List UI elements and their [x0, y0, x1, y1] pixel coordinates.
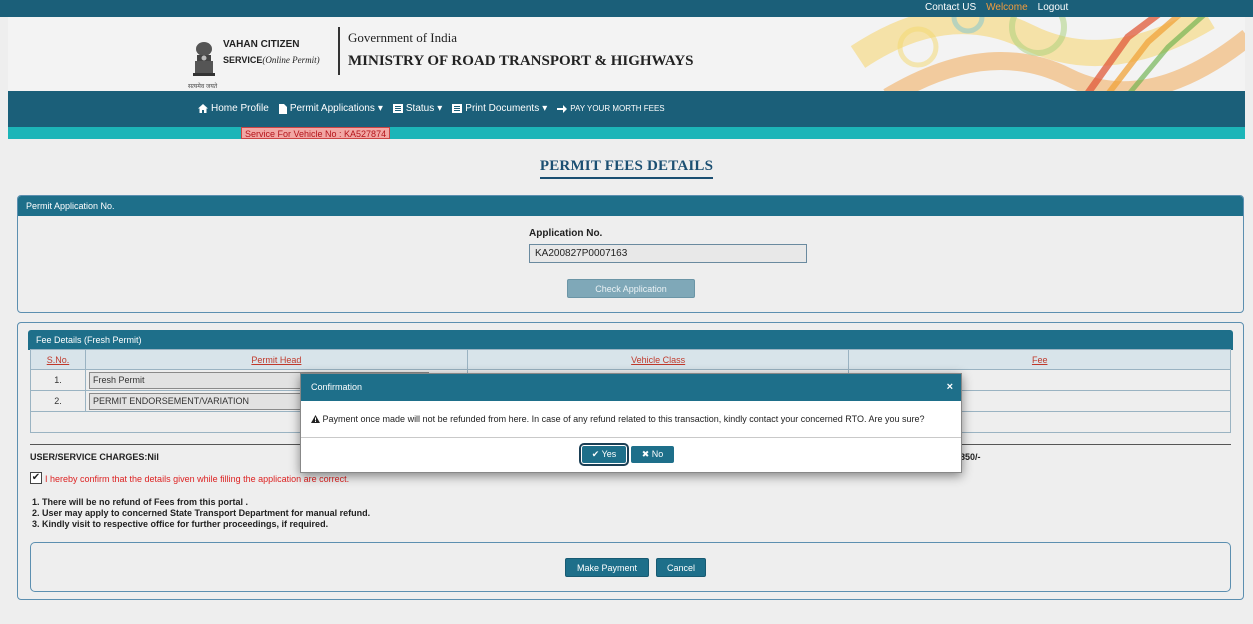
col-sno[interactable]: S.No. — [30, 349, 86, 370]
home-icon — [198, 104, 208, 113]
nav-permit-applications[interactable]: Permit Applications ▾ — [278, 103, 383, 114]
nav-print-documents[interactable]: Print Documents ▾ — [452, 103, 547, 114]
note-item: 3. Kindly visit to respective office for… — [32, 519, 329, 529]
vehicle-service-badge: Service For Vehicle No : KA527874 — [241, 127, 391, 139]
emblem-caption: सत्यमेव जयते — [188, 84, 218, 90]
confirm-label: I hereby confirm that the details given … — [45, 474, 350, 484]
caret-down-icon: ▾ — [377, 103, 383, 114]
application-no-input[interactable]: KA200827P0007163 — [529, 244, 807, 263]
list-icon — [452, 104, 463, 113]
note-item: 1. There will be no refund of Fees from … — [32, 497, 249, 507]
main-navbar: Home Profile Permit Applications ▾ Statu… — [8, 91, 1245, 127]
confirm-checkbox[interactable]: ✔ — [30, 472, 42, 484]
warning-icon — [311, 415, 320, 423]
header-banner: VAHAN CITIZEN SERVICE(Online Permit) सत्… — [8, 17, 1245, 91]
welcome-text: Welcome — [986, 2, 1028, 13]
close-icon[interactable]: × — [947, 374, 953, 401]
decorative-swirl-graphic — [850, 17, 1245, 91]
row-sno: 2. — [30, 390, 86, 412]
caret-down-icon: ▾ — [542, 103, 548, 114]
refund-notes: 1. There will be no refund of Fees from … — [32, 497, 370, 530]
yes-button[interactable]: ✔ Yes — [579, 443, 629, 466]
caret-down-icon: ▾ — [437, 103, 443, 114]
no-button[interactable]: ✖ No — [631, 446, 674, 463]
logout-link[interactable]: Logout — [1038, 2, 1069, 13]
page-title: PERMIT FEES DETAILS — [539, 158, 714, 179]
vahan-service-subtitle: SERVICE(Online Permit) — [223, 55, 320, 65]
top-bar: Contact US Welcome Logout — [0, 0, 1253, 17]
dialog-header: Confirmation × — [301, 374, 961, 401]
application-panel-heading: Permit Application No. — [18, 196, 1243, 216]
dialog-title: Confirmation — [311, 382, 363, 392]
application-no-label: Application No. — [529, 228, 603, 239]
check-icon: ✔ — [591, 449, 600, 459]
dialog-footer: ✔ Yes ✖ No — [301, 438, 961, 474]
confirmation-dialog: Confirmation × Payment once made will no… — [300, 373, 962, 473]
row-sno: 1. — [30, 369, 86, 391]
nav-home-profile[interactable]: Home Profile — [198, 103, 269, 114]
page-title-wrapper: PERMIT FEES DETAILS — [0, 158, 1253, 179]
nav-status[interactable]: Status ▾ — [392, 103, 443, 114]
dialog-message: Payment once made will not be refunded f… — [322, 414, 925, 424]
contact-us-link[interactable]: Contact US — [925, 2, 976, 13]
col-vehicle-class[interactable]: Vehicle Class — [466, 349, 850, 370]
teal-strip — [8, 127, 1245, 139]
government-of-india-text: Government of India — [348, 30, 458, 45]
fee-panel-heading: Fee Details (Fresh Permit) — [28, 330, 1233, 350]
col-permit-head[interactable]: Permit Head — [84, 349, 468, 370]
header-divider — [338, 27, 340, 75]
fee-table-header: S.No. Permit Head Vehicle Class Fee — [30, 349, 1231, 370]
vahan-citizen-title: VAHAN CITIZEN — [223, 39, 300, 50]
col-fee[interactable]: Fee — [848, 349, 1231, 370]
dialog-body: Payment once made will not be refunded f… — [301, 401, 961, 438]
list-icon — [392, 104, 403, 113]
make-payment-button[interactable]: Make Payment — [565, 558, 649, 577]
cancel-button[interactable]: Cancel — [656, 558, 706, 577]
ministry-title: MINISTRY OF ROAD TRANSPORT & HIGHWAYS — [348, 53, 694, 69]
arrow-right-icon — [557, 104, 568, 113]
top-links: Contact US Welcome Logout — [925, 2, 1068, 13]
user-service-charges: USER/SERVICE CHARGES:Nil — [30, 452, 159, 462]
document-icon — [278, 103, 287, 114]
x-icon: ✖ — [641, 449, 650, 459]
nav-pay-fees[interactable]: PAY YOUR MORTH FEES — [557, 103, 665, 114]
note-item: 2. User may apply to concerned State Tra… — [32, 508, 371, 518]
check-application-button[interactable]: Check Application — [567, 279, 695, 298]
national-emblem-icon — [193, 42, 215, 76]
